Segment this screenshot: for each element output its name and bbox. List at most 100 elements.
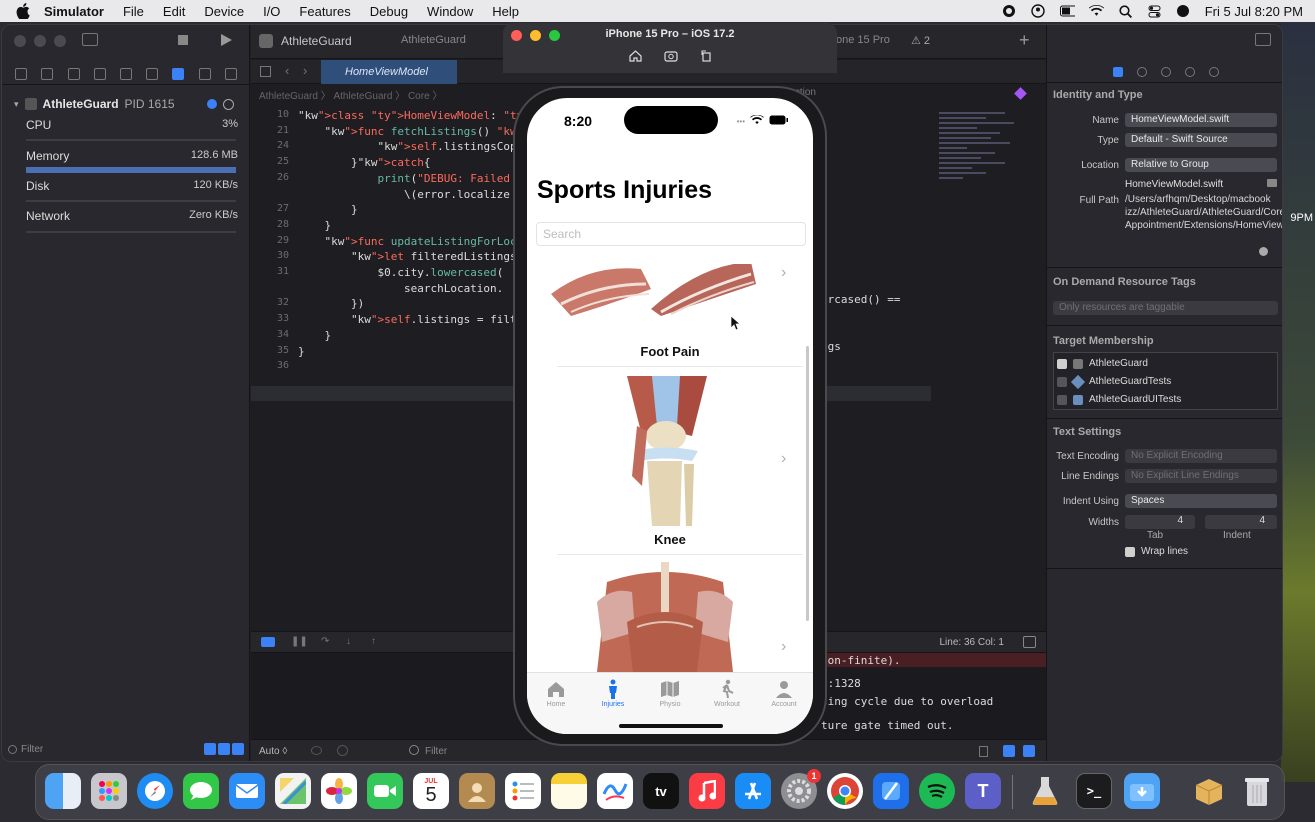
line-endings-popup[interactable]: No Explicit Line Endings [1125,469,1277,483]
info-icon[interactable] [222,98,234,110]
step-over-icon[interactable]: ↷ [321,636,329,647]
target-row[interactable]: AthleteGuardUITests [1057,394,1181,405]
code-minimap[interactable] [939,109,1033,219]
location-popup[interactable]: Relative to Group [1125,158,1277,172]
disclosure-chevron-icon[interactable]: ▾ [14,99,19,110]
name-field[interactable]: HomeViewModel.swift [1125,113,1277,127]
network-gauge[interactable]: Network Zero KB/s [26,209,238,223]
scroll-indicator[interactable] [806,346,809,621]
tab-workout[interactable]: Workout [698,679,756,708]
indent-width-stepper[interactable]: 4 [1205,515,1277,529]
info-icon[interactable] [337,745,348,756]
wrap-lines-row[interactable]: Wrap lines [1125,546,1188,557]
odr-tags-field[interactable]: Only resources are taggable [1053,301,1278,315]
back-chevron-icon[interactable]: ‹ [285,63,289,78]
chrome-icon[interactable] [827,773,863,809]
minimize-button[interactable] [34,35,46,47]
console-filter-input[interactable]: Filter [425,746,447,757]
navigator-filter[interactable]: Filter [8,741,244,757]
menu-help[interactable]: Help [492,4,519,19]
project-title[interactable]: AthleteGuard [281,34,352,48]
maps-icon[interactable] [275,773,311,809]
filter-option-icon[interactable] [232,743,244,755]
app-store-icon[interactable] [735,773,771,809]
control-center-icon[interactable] [1147,4,1162,19]
target-row[interactable]: AthleteGuardTests [1057,374,1171,389]
output-selector[interactable]: Auto ◊ [259,746,287,757]
calendar-icon[interactable]: JUL 5 [413,773,449,809]
checkbox-checked[interactable] [1057,358,1067,369]
history-inspector-icon[interactable] [1137,66,1147,77]
scheme-selector[interactable]: AthleteGuard [401,34,466,46]
close-button[interactable] [14,35,26,47]
breakpoint-icon[interactable] [198,67,211,80]
cpu-gauge[interactable]: CPU 3% [26,118,238,132]
identity-inspector-icon[interactable] [1185,66,1195,77]
find-icon[interactable] [93,67,106,80]
test-icon[interactable] [146,67,159,80]
injury-list[interactable]: › Foot Pain › Knee › [527,264,813,672]
system-settings-icon[interactable]: 1 [781,769,821,809]
tab-account[interactable]: Account [755,679,813,708]
menu-device[interactable]: Device [204,4,244,19]
tab-home[interactable]: Home [527,679,585,708]
run-destination[interactable]: one 15 Pro [836,34,890,46]
launchpad-icon[interactable] [91,773,127,809]
checkbox-unchecked[interactable] [1057,376,1067,387]
trash-icon[interactable] [1239,773,1275,809]
sidebar-toggle-icon[interactable] [82,33,98,46]
apple-menu-icon[interactable] [16,3,32,19]
reminders-icon[interactable] [505,773,541,809]
battery-icon[interactable] [1059,4,1075,19]
menu-file[interactable]: File [123,4,144,19]
safari-icon[interactable] [137,773,173,809]
trash-icon[interactable] [979,746,988,757]
messages-icon[interactable] [183,773,219,809]
target-row[interactable]: AthleteGuard [1057,358,1148,369]
home-indicator[interactable] [619,724,723,728]
search-input[interactable]: Search [536,222,806,246]
report-icon[interactable] [224,67,237,80]
list-item-label[interactable]: Knee [527,532,813,547]
project-navigator-icon[interactable] [15,67,28,80]
menu-app-name[interactable]: Simulator [44,4,104,19]
split-left-icon[interactable] [1003,745,1015,757]
menu-debug[interactable]: Debug [370,4,408,19]
apple-tv-icon[interactable]: tv [643,773,679,809]
stop-button[interactable] [178,35,188,45]
process-header[interactable]: ▾ AthleteGuard PID 1615 [14,97,234,111]
filter-option-icon[interactable] [218,743,230,755]
finder-icon[interactable] [45,773,81,809]
siri-icon[interactable] [1176,4,1191,19]
notes-icon[interactable] [551,773,587,809]
wrap-lines-checkbox[interactable] [1125,546,1135,557]
wifi-icon[interactable] [1088,4,1104,19]
record-icon[interactable] [1002,4,1017,19]
warning-count[interactable]: ⚠ 2 [911,34,930,47]
filter-option-icon[interactable] [204,743,216,755]
freeform-icon[interactable] [597,773,633,809]
debug-navigator-icon[interactable] [172,67,185,80]
folder-icon[interactable] [1267,179,1277,187]
chemistry-flask-icon[interactable] [1027,773,1063,809]
memory-gauge[interactable]: Memory 128.6 MB [26,149,238,163]
run-button[interactable] [221,34,232,46]
forward-chevron-icon[interactable]: › [303,63,307,78]
menubar-clock[interactable]: Fri 5 Jul 8:20 PM [1205,4,1303,19]
tab-homeviewmodel[interactable]: HomeViewModel [321,60,457,84]
spotlight-search-icon[interactable] [1118,4,1133,19]
home-icon[interactable] [628,49,642,67]
photos-icon[interactable] [321,773,357,809]
menu-window[interactable]: Window [427,4,473,19]
facetime-icon[interactable] [367,773,403,809]
attributes-inspector-icon[interactable] [1209,66,1219,77]
jump-bar[interactable]: AthleteGuard 〉 AthleteGuard 〉 Core 〉 [259,87,442,102]
disk-gauge[interactable]: Disk 120 KB/s [26,179,238,193]
tab-width-stepper[interactable]: 4 [1125,515,1195,529]
contacts-icon[interactable] [459,773,495,809]
checkbox-unchecked[interactable] [1057,394,1067,405]
menu-features[interactable]: Features [299,4,350,19]
menu-io[interactable]: I/O [263,4,280,19]
mail-icon[interactable] [229,773,265,809]
zoom-button[interactable] [54,35,66,47]
